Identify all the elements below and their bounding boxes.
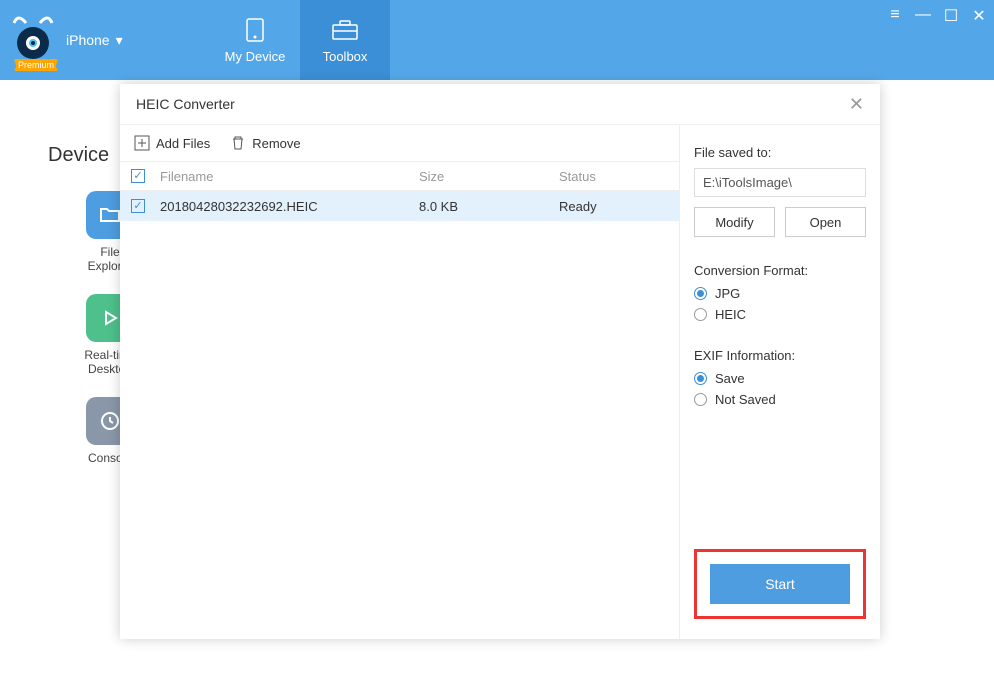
cell-size: 8.0 KB [419, 199, 559, 214]
chevron-down-icon: ▾ [116, 32, 123, 49]
modify-button[interactable]: Modify [694, 207, 775, 237]
plus-box-icon [134, 135, 150, 151]
tab-label: My Device [225, 49, 286, 64]
format-label: Conversion Format: [694, 263, 866, 278]
file-toolbar: Add Files Remove [120, 125, 679, 161]
window-controls: ≡ — ☐ ✕ [886, 6, 988, 26]
radio-jpg[interactable]: JPG [694, 286, 866, 301]
minimize-icon[interactable]: — [914, 6, 932, 26]
path-buttons: Modify Open [694, 207, 866, 237]
start-button[interactable]: Start [710, 564, 850, 604]
file-list-panel: Add Files Remove Filename Size Status 20… [120, 125, 680, 639]
device-name: iPhone [66, 32, 110, 48]
dialog-title: HEIC Converter [136, 96, 235, 112]
radio-exif-save[interactable]: Save [694, 371, 866, 386]
table-header: Filename Size Status [120, 161, 679, 191]
radio-label: JPG [715, 286, 740, 301]
exif-group: EXIF Information: Save Not Saved [694, 348, 866, 407]
tab-label: Toolbox [323, 49, 368, 64]
app-titlebar: Premium iPhone ▾ My Device Toolbox ≡ — ☐… [0, 0, 994, 80]
premium-badge: Premium [14, 59, 58, 71]
cell-filename: 20180428032232692.HEIC [156, 199, 419, 214]
settings-panel: File saved to: E:\iToolsImage\ Modify Op… [680, 125, 880, 639]
trash-icon [230, 135, 246, 151]
col-status: Status [559, 169, 679, 184]
brand-area: Premium iPhone ▾ [0, 0, 210, 80]
col-filename: Filename [156, 169, 419, 184]
cell-status: Ready [559, 199, 679, 214]
select-all-checkbox[interactable] [131, 169, 145, 183]
radio-heic[interactable]: HEIC [694, 307, 866, 322]
remove-button[interactable]: Remove [230, 135, 300, 151]
table-row[interactable]: 20180428032232692.HEIC 8.0 KB Ready [120, 191, 679, 221]
tab-my-device[interactable]: My Device [210, 0, 300, 80]
radio-icon [694, 287, 707, 300]
conversion-format-group: Conversion Format: JPG HEIC [694, 263, 866, 322]
maximize-icon[interactable]: ☐ [942, 6, 960, 26]
file-table: Filename Size Status 20180428032232692.H… [120, 161, 679, 639]
heic-converter-dialog: HEIC Converter ✕ Add Files Remove Filena… [120, 84, 880, 639]
exif-label: EXIF Information: [694, 348, 866, 363]
dialog-body: Add Files Remove Filename Size Status 20… [120, 124, 880, 639]
device-dropdown[interactable]: iPhone ▾ [66, 32, 123, 49]
save-path-field[interactable]: E:\iToolsImage\ [694, 168, 866, 197]
close-icon[interactable]: ✕ [970, 6, 988, 26]
radio-icon [694, 308, 707, 321]
app-logo: Premium [8, 15, 58, 65]
button-label: Remove [252, 136, 300, 151]
tab-toolbox[interactable]: Toolbox [300, 0, 390, 80]
row-checkbox[interactable] [131, 199, 145, 213]
menu-icon[interactable]: ≡ [886, 6, 904, 26]
radio-label: Save [715, 371, 745, 386]
start-highlight: Start [694, 549, 866, 619]
saved-to-label: File saved to: [694, 145, 866, 160]
nav-tabs: My Device Toolbox [210, 0, 390, 80]
dialog-header: HEIC Converter ✕ [120, 84, 880, 124]
radio-icon [694, 393, 707, 406]
button-label: Add Files [156, 136, 210, 151]
close-icon[interactable]: ✕ [849, 94, 864, 115]
radio-label: HEIC [715, 307, 746, 322]
add-files-button[interactable]: Add Files [134, 135, 210, 151]
radio-icon [694, 372, 707, 385]
col-size: Size [419, 169, 559, 184]
radio-label: Not Saved [715, 392, 776, 407]
open-button[interactable]: Open [785, 207, 866, 237]
radio-exif-not-saved[interactable]: Not Saved [694, 392, 866, 407]
